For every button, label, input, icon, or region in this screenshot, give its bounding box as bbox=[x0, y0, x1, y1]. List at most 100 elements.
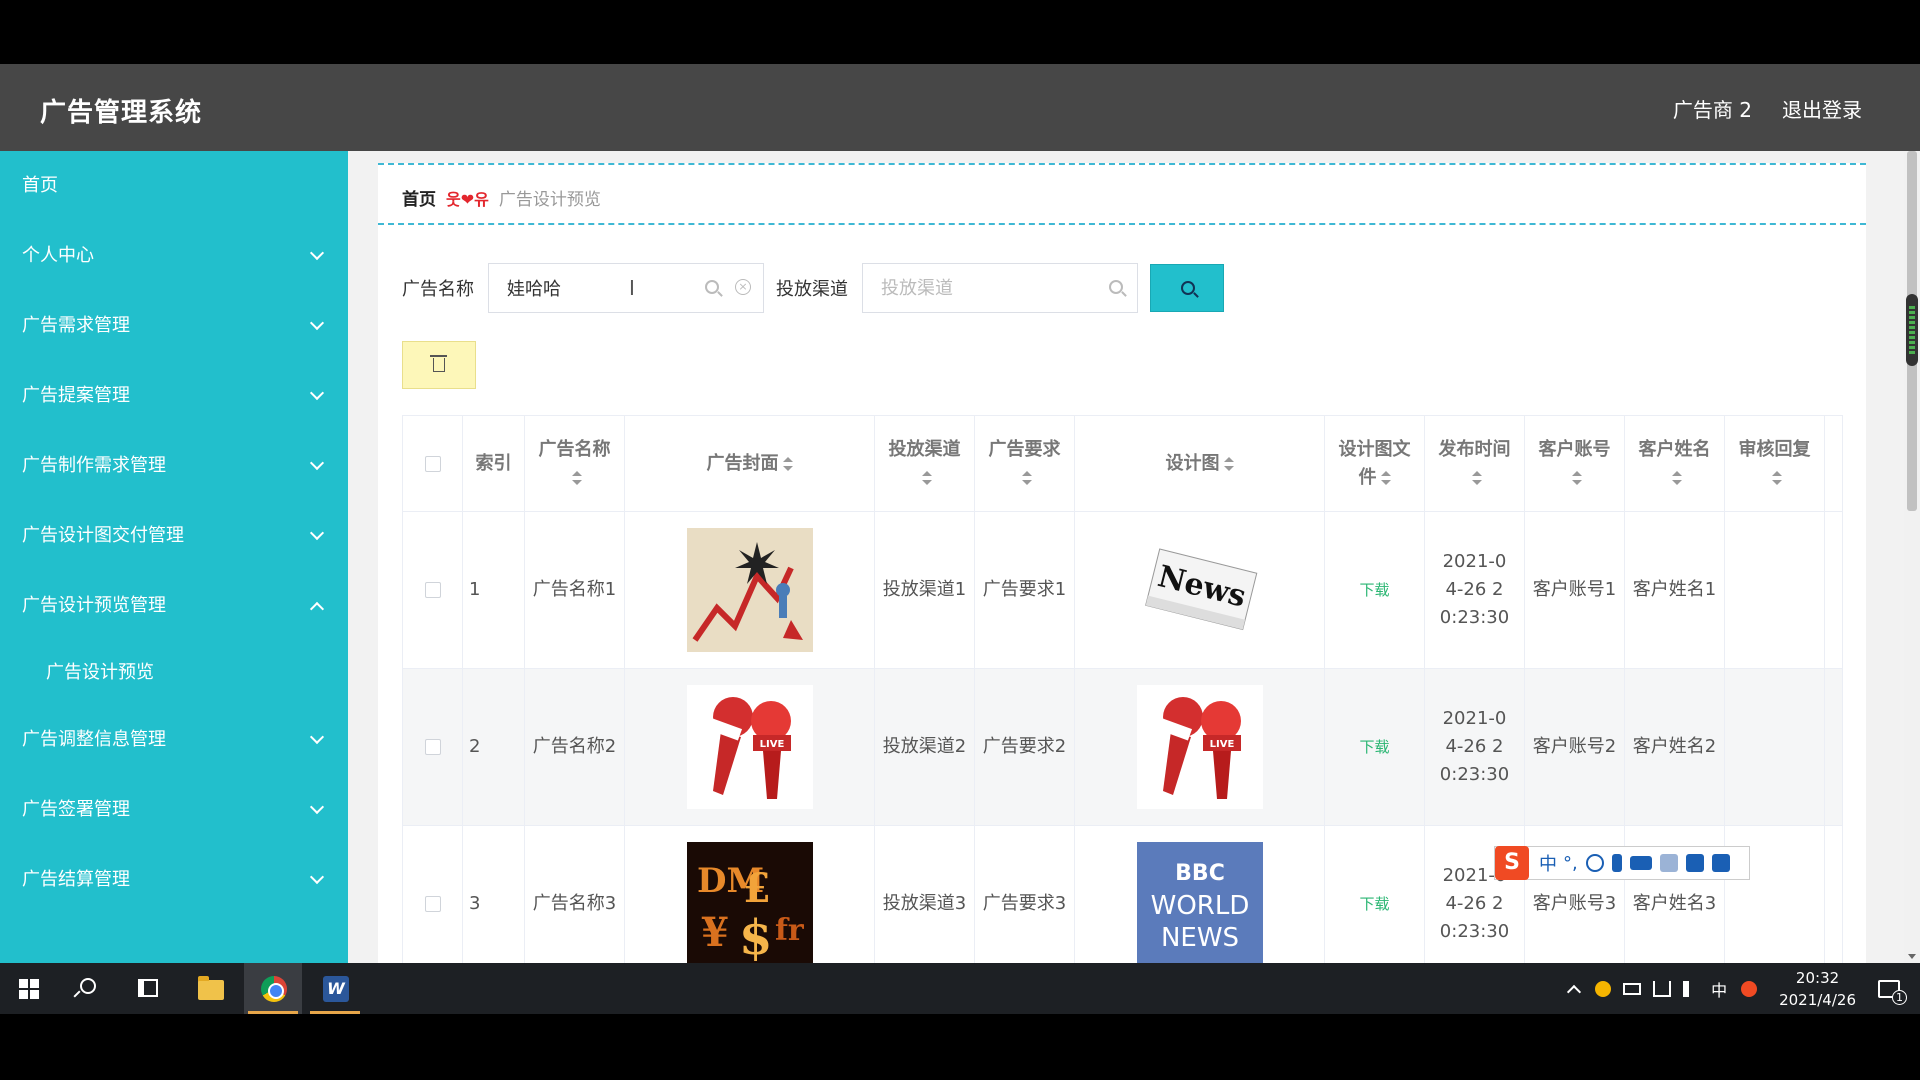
row-select[interactable] bbox=[402, 668, 463, 826]
sidebar-item-adjustment[interactable]: 广告调整信息管理 bbox=[0, 705, 348, 775]
row-select[interactable] bbox=[402, 825, 463, 963]
microphone-icon[interactable] bbox=[1611, 854, 1622, 872]
ime-punct[interactable]: °, bbox=[1563, 853, 1578, 874]
checkbox[interactable] bbox=[424, 896, 441, 912]
emoji-icon[interactable] bbox=[1585, 854, 1604, 872]
news-microphone-image[interactable]: LIVE bbox=[1136, 685, 1263, 809]
sort-icon[interactable] bbox=[1571, 470, 1582, 485]
user-name[interactable]: 广告商 2 bbox=[1673, 94, 1752, 123]
name-search-input[interactable] bbox=[489, 264, 689, 312]
start-button[interactable] bbox=[0, 963, 58, 1014]
chevron-down-icon bbox=[309, 385, 325, 401]
download-link[interactable]: 下载 bbox=[1359, 895, 1389, 913]
news-paper-image[interactable]: News bbox=[1136, 528, 1263, 652]
sort-icon[interactable] bbox=[1223, 456, 1234, 471]
header-design[interactable]: 设计图 bbox=[1074, 415, 1325, 512]
sort-icon[interactable] bbox=[1021, 470, 1032, 485]
chrome-icon bbox=[261, 976, 287, 1002]
stock-chart-image[interactable] bbox=[686, 528, 813, 652]
breadcrumb-current: 广告设计预览 bbox=[498, 190, 601, 210]
news-microphone-image[interactable]: LIVE bbox=[686, 685, 813, 809]
row-select[interactable] bbox=[402, 511, 463, 669]
scroll-down-icon[interactable] bbox=[1908, 954, 1916, 959]
battery-icon[interactable] bbox=[1623, 982, 1642, 995]
sort-icon[interactable] bbox=[571, 470, 582, 485]
ime-mode[interactable]: 中 bbox=[1539, 850, 1557, 876]
header-requirement[interactable]: 广告要求 bbox=[974, 415, 1075, 512]
header-design-file[interactable]: 设计图文件 bbox=[1324, 415, 1425, 512]
checkbox[interactable] bbox=[424, 455, 441, 472]
currency-symbols-image[interactable]: DM £ ¥ $ fr bbox=[686, 842, 813, 963]
ime-toolbar[interactable]: S 中 °, bbox=[1494, 846, 1750, 880]
sogou-logo-icon[interactable]: S bbox=[1495, 846, 1529, 880]
download-link[interactable]: 下载 bbox=[1359, 581, 1389, 599]
header-cover[interactable]: 广告封面 bbox=[624, 415, 875, 512]
sidebar-item-home[interactable]: 首页 bbox=[0, 151, 348, 221]
delete-button[interactable] bbox=[402, 341, 476, 389]
header-channel[interactable]: 投放渠道 bbox=[874, 415, 975, 512]
task-view-button[interactable] bbox=[118, 963, 176, 1014]
breadcrumb-home[interactable]: 首页 bbox=[402, 185, 436, 210]
sidebar-subitem-preview[interactable]: 广告设计预览 bbox=[0, 641, 348, 705]
chevron-up-icon[interactable] bbox=[1566, 984, 1582, 999]
bbc-world-news-image[interactable]: BBC WORLD NEWS bbox=[1136, 842, 1263, 963]
input-language[interactable]: 中 bbox=[1711, 977, 1727, 1001]
sort-icon[interactable] bbox=[921, 470, 932, 485]
checkbox[interactable] bbox=[424, 582, 441, 598]
sidebar-item-proposal[interactable]: 广告提案管理 bbox=[0, 361, 348, 431]
side-widget-icon[interactable] bbox=[1906, 294, 1918, 366]
sort-icon[interactable] bbox=[1380, 470, 1391, 485]
header-select-all[interactable] bbox=[402, 415, 463, 512]
cell-name: 广告名称2 bbox=[524, 668, 625, 826]
checkbox[interactable] bbox=[424, 739, 441, 755]
network-icon[interactable] bbox=[1653, 980, 1672, 997]
notification-icon[interactable]: 1 bbox=[1878, 979, 1907, 1005]
sogou-tray-icon[interactable] bbox=[1741, 980, 1758, 997]
search-icon bbox=[1181, 281, 1195, 295]
channel-search-input[interactable] bbox=[863, 264, 1063, 312]
cell-requirement: 广告要求3 bbox=[974, 825, 1075, 963]
header-review[interactable]: 审核回复 bbox=[1724, 415, 1825, 512]
logout-link[interactable]: 退出登录 bbox=[1782, 94, 1862, 123]
sidebar-item-label: 广告调整信息管理 bbox=[22, 729, 166, 750]
volume-mute-icon[interactable] bbox=[1683, 980, 1697, 997]
header-customer[interactable]: 客户姓名 bbox=[1624, 415, 1725, 512]
header-name[interactable]: 广告名称 bbox=[524, 415, 625, 512]
chrome-button[interactable] bbox=[244, 963, 302, 1014]
sidebar-item-personal[interactable]: 个人中心 bbox=[0, 221, 348, 291]
download-link[interactable]: 下载 bbox=[1359, 738, 1389, 756]
header-account[interactable]: 客户账号 bbox=[1524, 415, 1625, 512]
clear-icon[interactable]: × bbox=[735, 279, 751, 295]
sidebar-item-demand[interactable]: 广告需求管理 bbox=[0, 291, 348, 361]
clock[interactable]: 20:32 2021/4/26 bbox=[1779, 967, 1856, 1011]
sidebar-item-production[interactable]: 广告制作需求管理 bbox=[0, 431, 348, 501]
search-icon bbox=[705, 280, 719, 294]
sort-icon[interactable] bbox=[1671, 470, 1682, 485]
sidebar-item-preview-mgmt[interactable]: 广告设计预览管理 bbox=[0, 571, 348, 641]
skin-icon[interactable] bbox=[1685, 854, 1704, 872]
taskbar: W 中 20:32 2021/4/26 1 bbox=[0, 963, 1920, 1014]
sidebar-item-signing[interactable]: 广告签署管理 bbox=[0, 775, 348, 845]
sidebar-item-delivery[interactable]: 广告设计图交付管理 bbox=[0, 501, 348, 571]
breadcrumb-separator: ❤ bbox=[460, 189, 475, 209]
header-publish-time[interactable]: 发布时间 bbox=[1424, 415, 1525, 512]
qq-icon[interactable] bbox=[1595, 980, 1612, 997]
word-button[interactable]: W bbox=[306, 963, 364, 1014]
toolbox-icon[interactable] bbox=[1711, 854, 1730, 872]
search-icon bbox=[1109, 280, 1123, 294]
page-scrollbar[interactable] bbox=[1904, 151, 1920, 963]
app-header: 广告管理系统 广告商 2 退出登录 bbox=[0, 64, 1920, 151]
sort-icon[interactable] bbox=[1771, 470, 1782, 485]
sort-icon[interactable] bbox=[782, 456, 793, 471]
sidebar-item-label: 广告需求管理 bbox=[22, 315, 130, 336]
sidebar-item-settlement[interactable]: 广告结算管理 bbox=[0, 845, 348, 915]
user-icon[interactable] bbox=[1659, 854, 1678, 872]
sort-icon[interactable] bbox=[1471, 470, 1482, 485]
sidebar-item-label: 广告结算管理 bbox=[22, 869, 130, 890]
search-button[interactable] bbox=[1150, 264, 1224, 312]
keyboard-icon[interactable] bbox=[1629, 856, 1652, 870]
table-row[interactable]: 1 广告名称1 投放渠道1 广告要求1 News 下载 2021-04-26 2… bbox=[402, 511, 1843, 669]
search-taskbar-button[interactable] bbox=[58, 963, 116, 1014]
table-row[interactable]: 2 广告名称2 LIVE 投放渠道2 广告要求2 LIVE 下载 2021-04… bbox=[402, 668, 1843, 826]
file-explorer-button[interactable] bbox=[182, 963, 240, 1014]
